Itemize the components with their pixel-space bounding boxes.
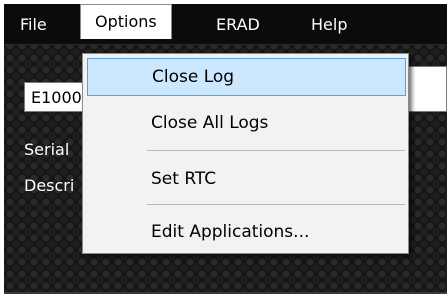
options-dropdown-menu: Close Log Close All Logs Set RTC Edit Ap… xyxy=(82,53,409,254)
menu-bar: File ERAD Help xyxy=(4,4,447,45)
menu-item-edit-applications[interactable]: Edit Applications... xyxy=(87,213,406,251)
serial-label: Serial xyxy=(24,140,70,159)
menu-item-close-log[interactable]: Close Log xyxy=(87,58,406,96)
description-label: Descri xyxy=(24,176,75,195)
menu-item-set-rtc[interactable]: Set RTC xyxy=(87,160,406,198)
menu-separator xyxy=(147,204,405,205)
menu-options[interactable]: Options xyxy=(80,4,172,39)
menu-item-close-all-logs[interactable]: Close All Logs xyxy=(87,104,406,142)
menu-erad[interactable]: ERAD xyxy=(210,12,266,38)
menu-help[interactable]: Help xyxy=(305,12,353,38)
menu-separator xyxy=(147,150,405,151)
menu-file[interactable]: File xyxy=(14,12,53,38)
